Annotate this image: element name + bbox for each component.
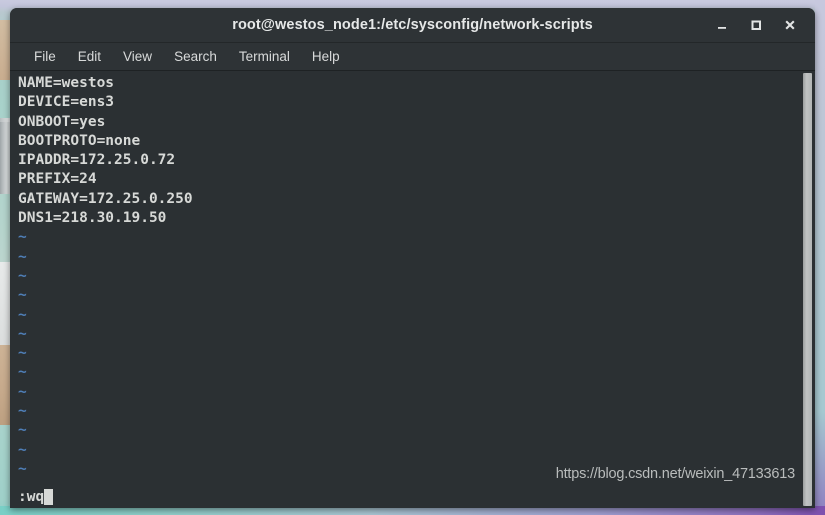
menu-item-search[interactable]: Search — [163, 46, 228, 68]
vim-empty-line-marker: ~ — [18, 460, 27, 477]
vim-empty-line-marker: ~ — [18, 325, 27, 342]
vim-empty-line-marker: ~ — [18, 287, 27, 304]
terminal-content-area[interactable]: NAME=westos DEVICE=ens3 ONBOOT=yes BOOTPROT… — [10, 71, 815, 508]
menu-item-file[interactable]: File — [23, 46, 67, 68]
vim-empty-line-marker: ~ — [18, 441, 27, 458]
minimize-icon — [718, 27, 726, 29]
vim-empty-line-marker: ~ — [18, 364, 27, 381]
vim-empty-line-marker: ~ — [18, 383, 27, 400]
window-titlebar[interactable]: root@westos_node1:/etc/sysconfig/network… — [10, 8, 815, 43]
vim-buffer-line: IPADDR=172.25.0.72 — [18, 152, 176, 169]
terminal-window: root@westos_node1:/etc/sysconfig/network… — [10, 8, 815, 508]
vim-buffer-line: DNS1=218.30.19.50 — [18, 210, 167, 227]
menu-item-view[interactable]: View — [112, 46, 163, 68]
menu-item-help[interactable]: Help — [301, 46, 351, 68]
vim-empty-line-marker: ~ — [18, 403, 27, 420]
close-icon — [785, 20, 795, 30]
vim-command-text: :wq — [18, 489, 45, 505]
window-controls — [705, 8, 807, 42]
vim-empty-line-marker: ~ — [18, 267, 27, 284]
terminal-scrollbar-thumb[interactable] — [803, 73, 812, 506]
menu-item-edit[interactable]: Edit — [67, 46, 112, 68]
terminal-scrollbar[interactable] — [802, 73, 813, 506]
desktop-right-edge — [815, 0, 825, 515]
vim-empty-line-marker: ~ — [18, 229, 27, 246]
vim-empty-line-marker: ~ — [18, 248, 27, 265]
minimize-button[interactable] — [705, 8, 739, 42]
text-cursor — [44, 489, 54, 505]
close-button[interactable] — [773, 8, 807, 42]
vim-empty-line-marker: ~ — [18, 345, 27, 362]
vim-buffer-line: NAME=westos — [18, 75, 115, 91]
vim-empty-line-marker: ~ — [18, 422, 27, 439]
vim-empty-line-marker: ~ — [18, 306, 27, 323]
screenshot-root: root@westos_node1:/etc/sysconfig/network… — [0, 0, 825, 515]
vim-buffer-line: ONBOOT=yes — [18, 113, 106, 130]
vim-buffer[interactable]: NAME=westos DEVICE=ens3 ONBOOT=yes BOOTPROT… — [10, 71, 799, 486]
vim-buffer-line: DEVICE=ens3 — [18, 94, 115, 111]
vim-buffer-line: BOOTPROTO=none — [18, 132, 141, 149]
vim-buffer-line: GATEWAY=172.25.0.250 — [18, 190, 193, 207]
vim-command-line[interactable]: :wq — [10, 486, 799, 508]
vim-empty-line-marker: ~ — [18, 479, 799, 486]
vim-buffer-line: PREFIX=24 — [18, 171, 97, 188]
maximize-button[interactable] — [739, 8, 773, 42]
window-title: root@westos_node1:/etc/sysconfig/network… — [232, 17, 593, 33]
menu-item-terminal[interactable]: Terminal — [228, 46, 301, 68]
maximize-icon — [751, 20, 761, 30]
menubar: File Edit View Search Terminal Help — [10, 43, 815, 71]
